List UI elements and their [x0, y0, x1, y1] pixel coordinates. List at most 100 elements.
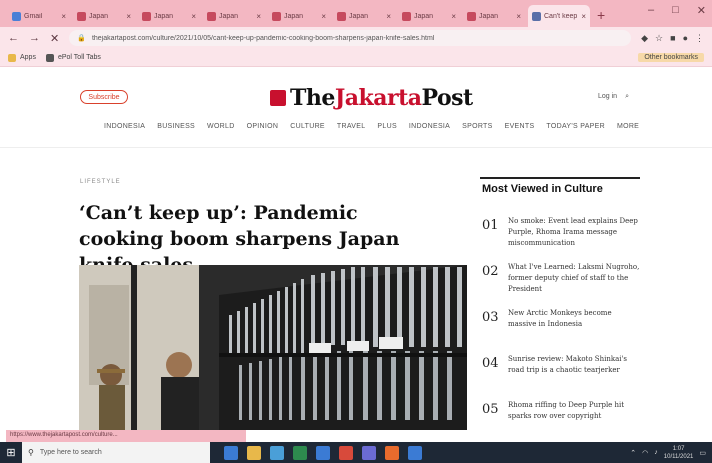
- taskbar-app-icon[interactable]: [224, 445, 238, 460]
- nav-item[interactable]: WORLD: [207, 123, 235, 130]
- system-tray: ⌃ ◠ ♪ 1:07 10/11/2021 ▭: [630, 445, 712, 461]
- most-viewed-item[interactable]: 02 What I've Learned: Laksmi Nugroho, for…: [482, 262, 642, 308]
- back-icon[interactable]: ←: [8, 32, 19, 44]
- rank-number: 03: [482, 310, 499, 325]
- web-page: Subscribe The Jakarta Post Log in ⌕ INDONE…: [0, 67, 712, 430]
- extensions: ◆ ☆ ■ ● ⋮: [641, 33, 704, 44]
- browser-tab[interactable]: Gmail ×: [8, 5, 70, 27]
- minimize-button[interactable]: –: [648, 4, 654, 17]
- nav-item[interactable]: SPORTS: [462, 123, 492, 130]
- taskbar-app-icon[interactable]: [270, 445, 284, 460]
- taskbar-app-icon[interactable]: [293, 445, 307, 460]
- knife-shop-image: [79, 265, 467, 430]
- taskbar-app-icon[interactable]: [408, 445, 422, 460]
- subscribe-button[interactable]: Subscribe: [80, 90, 128, 104]
- tab-title: Japan: [219, 12, 239, 20]
- network-icon[interactable]: ◠: [642, 449, 648, 457]
- taskbar-app-icon[interactable]: [247, 445, 261, 460]
- article-kicker[interactable]: LIFESTYLE: [80, 179, 121, 185]
- close-tab-icon[interactable]: ×: [451, 12, 456, 21]
- login-area: Log in ⌕: [598, 93, 629, 101]
- most-viewed-item[interactable]: 01 No smoke: Event lead explains Deep Pur…: [482, 216, 642, 262]
- apps-icon: [8, 53, 16, 62]
- taskbar-app-icon[interactable]: [339, 445, 353, 460]
- site-logo[interactable]: The Jakarta Post: [270, 85, 473, 111]
- most-viewed-item[interactable]: 05 Rhoma riffing to Deep Purple hit spark…: [482, 400, 642, 430]
- status-bar-link: https://www.thejakartapost.com/culture..…: [6, 430, 246, 442]
- nav-item[interactable]: OPINION: [247, 123, 279, 130]
- chevron-up-icon[interactable]: ⌃: [630, 449, 636, 457]
- nav-item[interactable]: INDONESIA: [104, 123, 145, 130]
- close-tab-icon[interactable]: ×: [191, 12, 196, 21]
- most-viewed-link[interactable]: No smoke: Event lead explains Deep Purpl…: [508, 216, 642, 262]
- most-viewed-link[interactable]: Rhoma riffing to Deep Purple hit sparks …: [508, 400, 642, 430]
- most-viewed-link[interactable]: What I've Learned: Laksmi Nugroho, forme…: [508, 262, 642, 308]
- login-link[interactable]: Log in: [598, 93, 617, 101]
- most-viewed-item[interactable]: 03 New Arctic Monkeys become massive in I…: [482, 308, 642, 354]
- taskbar-apps: [224, 445, 422, 460]
- bookmark-star-icon[interactable]: ☆: [655, 33, 663, 44]
- browser-tab[interactable]: Japan ×: [463, 5, 525, 27]
- nav-item[interactable]: CULTURE: [290, 123, 325, 130]
- rank-number: 01: [482, 218, 499, 233]
- taskbar-app-icon[interactable]: [316, 445, 330, 460]
- nav-item[interactable]: BUSINESS: [157, 123, 195, 130]
- other-bookmarks[interactable]: Other bookmarks: [638, 53, 704, 62]
- lock-icon: 🔒: [77, 35, 86, 42]
- taskbar-app-icon[interactable]: [362, 445, 376, 460]
- address-text: thejakartapost.com/culture/2021/10/05/ca…: [91, 34, 435, 42]
- extension-icon[interactable]: ◆: [641, 33, 648, 44]
- bookmark-item[interactable]: ePol Toll Tabs: [45, 53, 101, 62]
- new-tab-button[interactable]: +: [597, 5, 605, 27]
- nav-item[interactable]: EVENTS: [505, 123, 535, 130]
- profile-icon[interactable]: ●: [683, 33, 688, 44]
- search-icon: ⚲: [28, 448, 34, 457]
- close-window-button[interactable]: ✕: [697, 4, 706, 17]
- browser-tab[interactable]: Japan ×: [203, 5, 265, 27]
- notification-icon[interactable]: ▭: [699, 449, 706, 457]
- close-tab-icon[interactable]: ×: [61, 12, 66, 21]
- reload-icon[interactable]: ✕: [50, 32, 59, 45]
- tab-title: Japan: [479, 12, 499, 20]
- most-viewed-item[interactable]: 04 Sunrise review: Makoto Shinkai's road …: [482, 354, 642, 400]
- nav-item[interactable]: PLUS: [377, 123, 397, 130]
- tab-title: Japan: [349, 12, 369, 20]
- browser-tab[interactable]: Japan ×: [268, 5, 330, 27]
- tab-title: Can't keep: [544, 12, 578, 20]
- favicon-icon: [77, 11, 86, 21]
- most-viewed-link[interactable]: Sunrise review: Makoto Shinkai's road tr…: [508, 354, 642, 400]
- most-viewed-link[interactable]: New Arctic Monkeys become massive in Ind…: [508, 308, 642, 354]
- start-button[interactable]: ⊞: [0, 446, 22, 459]
- browser-tab[interactable]: Japan ×: [333, 5, 395, 27]
- rank-number: 05: [482, 402, 499, 417]
- close-tab-icon[interactable]: ×: [516, 12, 521, 21]
- browser-tab[interactable]: Japan ×: [138, 5, 200, 27]
- close-tab-icon[interactable]: ×: [256, 12, 261, 21]
- address-bar[interactable]: 🔒 thejakartapost.com/culture/2021/10/05/…: [69, 30, 632, 46]
- menu-icon[interactable]: ⋮: [695, 33, 704, 44]
- forward-icon[interactable]: →: [29, 32, 40, 44]
- nav-item[interactable]: INDONESIA: [409, 123, 450, 130]
- taskbar-app-icon[interactable]: [385, 445, 399, 460]
- most-viewed-title: Most Viewed in Culture: [482, 183, 603, 195]
- browser-tab[interactable]: Japan ×: [398, 5, 460, 27]
- browser-tabbar: Gmail × Japan × Japan × Japan × Japan × Japan × Japa…: [0, 0, 712, 27]
- close-tab-icon[interactable]: ×: [321, 12, 326, 21]
- volume-icon[interactable]: ♪: [654, 449, 658, 456]
- nav-item[interactable]: MORE: [617, 123, 639, 130]
- close-tab-icon[interactable]: ×: [581, 12, 586, 21]
- close-tab-icon[interactable]: ×: [386, 12, 391, 21]
- browser-tab[interactable]: Can't keep ×: [528, 5, 590, 27]
- nav-item[interactable]: TODAY'S PAPER: [546, 123, 605, 130]
- bookmarks-bar: Apps ePol Toll Tabs Other bookmarks: [0, 49, 712, 67]
- browser-tab[interactable]: Japan ×: [73, 5, 135, 27]
- nav-item[interactable]: TRAVEL: [337, 123, 366, 130]
- taskbar-search[interactable]: ⚲ Type here to search: [22, 442, 210, 463]
- logo-mark-icon: [270, 90, 286, 106]
- search-icon[interactable]: ⌕: [625, 93, 629, 101]
- extension-icon[interactable]: ■: [670, 33, 675, 44]
- maximize-button[interactable]: □: [672, 4, 679, 17]
- bookmark-apps[interactable]: Apps: [8, 53, 36, 62]
- close-tab-icon[interactable]: ×: [126, 12, 131, 21]
- clock[interactable]: 1:07 10/11/2021: [664, 445, 694, 461]
